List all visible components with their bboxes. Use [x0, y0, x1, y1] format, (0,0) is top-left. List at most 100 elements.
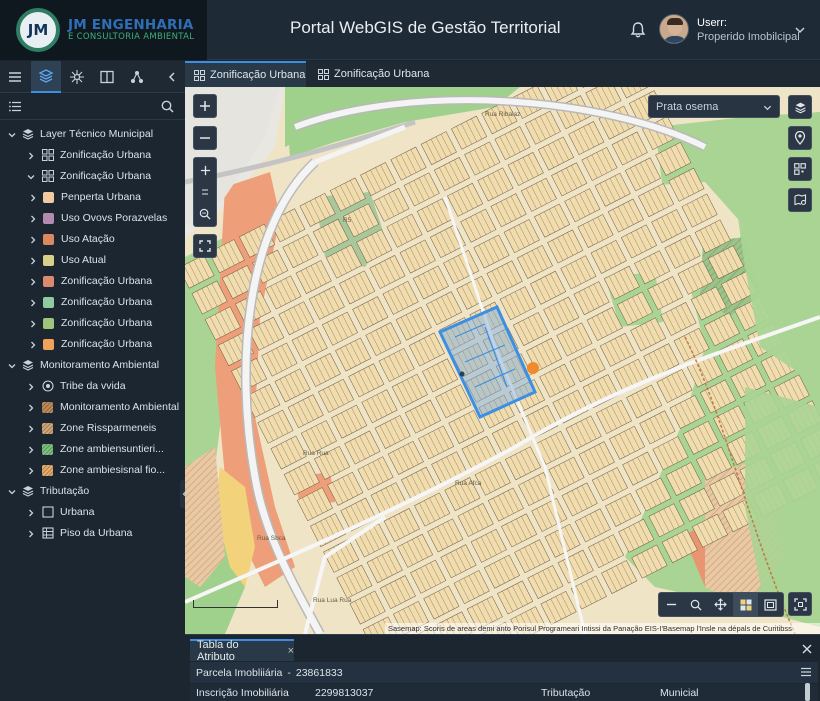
split-view-button[interactable]	[92, 61, 122, 93]
chevron-right-icon[interactable]	[27, 530, 35, 538]
avatar[interactable]	[659, 14, 689, 44]
table-scrollbar[interactable]	[805, 683, 810, 701]
layer-item[interactable]: Zone Rissparmeneis	[0, 418, 185, 439]
chevron-down-icon[interactable]	[27, 173, 35, 181]
app-header: JM JM ENGENHARIA E CONSULTORIA AMBIENTAL…	[0, 0, 820, 60]
layer-item[interactable]: Layer Técnico Municipal	[0, 124, 185, 145]
frame-tool[interactable]	[758, 593, 783, 616]
chevron-down-icon[interactable]	[794, 24, 806, 36]
frame-icon	[764, 598, 777, 611]
layer-item[interactable]: Zonificação Urbana	[0, 271, 185, 292]
bell-icon[interactable]	[628, 20, 648, 40]
menu-button[interactable]	[0, 61, 30, 93]
chevron-right-icon[interactable]	[27, 509, 35, 517]
chevron-right-icon[interactable]	[27, 404, 35, 412]
table-row[interactable]: Inscrição Imobiliária 2299813037 Tributa…	[190, 684, 818, 701]
close-icon[interactable]	[801, 643, 813, 655]
tree-button[interactable]	[122, 61, 152, 93]
network-button[interactable]	[62, 61, 92, 93]
grid-icon	[194, 69, 205, 81]
layer-item[interactable]: Zonificação Urbana	[0, 313, 185, 334]
search-icon[interactable]	[161, 100, 174, 113]
chevron-right-icon[interactable]	[27, 425, 35, 433]
zoom-search-icon[interactable]	[199, 208, 211, 220]
layer-item[interactable]: Penperta Urbana	[0, 187, 185, 208]
collapse-panel-button[interactable]	[157, 61, 187, 93]
layer-item[interactable]: Uso Atual	[0, 250, 185, 271]
expand-map-button[interactable]	[788, 592, 812, 616]
layer-color-swatch	[43, 297, 54, 308]
layer-item[interactable]: Zonificação Urbana	[0, 292, 185, 313]
chevron-right-icon[interactable]	[29, 278, 37, 286]
basemap-select[interactable]: Prata osema	[648, 95, 780, 118]
tab-zonificacao-1[interactable]: Zonificação Urbana	[185, 61, 306, 87]
map-canvas[interactable]: Prata osema Sasemap: Scoris de areas dem…	[185, 87, 820, 634]
layer-item[interactable]: Uso Atação	[0, 229, 185, 250]
grid-select-tool[interactable]	[733, 593, 759, 616]
grid-icon	[42, 170, 54, 182]
panel-toolbar	[0, 61, 185, 93]
move-icon	[714, 598, 728, 611]
layer-item[interactable]: Uso Ovovs Porazvelas	[0, 208, 185, 229]
plus-icon	[200, 101, 210, 111]
chevron-right-icon[interactable]	[27, 467, 35, 475]
map-attribution: Sasemap: Scoris de areas demi anto Poris…	[385, 623, 820, 634]
layer-color-swatch	[43, 192, 54, 203]
attribute-table-tab[interactable]: Tabla do Atributo ×	[190, 639, 294, 663]
locate-button[interactable]	[788, 126, 812, 150]
menu-icon[interactable]	[800, 667, 812, 677]
layers-toggle-button[interactable]	[788, 95, 812, 119]
layer-label: Urbana	[60, 506, 95, 518]
chevron-right-icon[interactable]	[29, 194, 37, 202]
layer-item[interactable]: Monitoramento Ambiental	[0, 397, 185, 418]
layers-tab-button[interactable]	[31, 61, 61, 93]
plus-icon[interactable]	[200, 165, 211, 176]
map-search-button[interactable]	[788, 188, 812, 212]
layer-item[interactable]: Zonificação Urbana	[0, 334, 185, 355]
chevron-right-icon[interactable]	[29, 341, 37, 349]
layer-item[interactable]: Piso da Urbana	[0, 523, 185, 544]
zoom-slider-group[interactable]	[193, 157, 217, 227]
chevron-right-icon[interactable]	[27, 446, 35, 454]
record-id: 23861833	[295, 666, 343, 679]
layer-item[interactable]: Zonificação Urbana	[0, 145, 185, 166]
zoom-in-button[interactable]	[193, 94, 217, 118]
chevron-right-icon[interactable]	[27, 383, 35, 391]
close-tab-icon[interactable]: ×	[288, 645, 294, 657]
expand-icon	[793, 597, 807, 611]
chevron-down-icon[interactable]	[8, 362, 16, 370]
layer-label: Zone Rissparmeneis	[60, 422, 157, 434]
zoom-tool[interactable]	[684, 593, 709, 616]
layer-item[interactable]: Zone ambiesisnal fio...	[0, 460, 185, 481]
fullscreen-button[interactable]	[193, 234, 217, 258]
chevron-right-icon[interactable]	[29, 320, 37, 328]
zoom-out-button[interactable]	[193, 126, 217, 150]
slider-handle-icon[interactable]	[201, 189, 209, 195]
layer-item[interactable]: Zone ambiensuntieri...	[0, 439, 185, 460]
chevron-right-icon[interactable]	[29, 215, 37, 223]
layer-item[interactable]: Urbana	[0, 502, 185, 523]
map-basemap[interactable]	[185, 87, 820, 634]
layer-item[interactable]: Monitoramento Ambiental	[0, 355, 185, 376]
layer-item[interactable]: Zonificação Urbana	[0, 166, 185, 187]
map-label: Rua Ribalaz	[485, 111, 521, 118]
layer-item[interactable]: Tribe da vvida	[0, 376, 185, 397]
tab-label: Zonificação Urbana	[210, 69, 306, 81]
zoom-out-tool[interactable]	[659, 593, 684, 616]
layer-label: Piso da Urbana	[60, 527, 133, 539]
tab-zonificacao-2[interactable]: Zonificação Urbana	[309, 61, 430, 87]
user-name[interactable]: Userr:	[697, 17, 727, 29]
qr-grid-button[interactable]	[788, 157, 812, 181]
chevron-right-icon[interactable]	[29, 299, 37, 307]
list-icon[interactable]	[9, 101, 21, 112]
layer-item[interactable]: Tributação	[0, 481, 185, 502]
layer-color-swatch	[43, 234, 54, 245]
chevron-right-icon[interactable]	[29, 257, 37, 265]
chevron-down-icon[interactable]	[8, 488, 16, 496]
layer-color-swatch	[42, 444, 53, 455]
chevron-right-icon[interactable]	[27, 152, 35, 160]
pan-tool[interactable]	[709, 593, 734, 616]
chevron-right-icon[interactable]	[29, 236, 37, 244]
target-icon	[42, 380, 54, 392]
chevron-down-icon[interactable]	[8, 131, 16, 139]
